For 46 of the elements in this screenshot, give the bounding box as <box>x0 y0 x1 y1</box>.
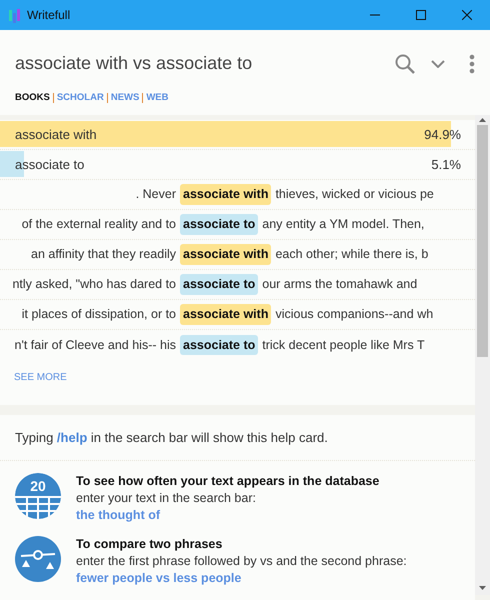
more-button[interactable] <box>469 54 475 74</box>
percent-label: 5.1% <box>431 156 461 174</box>
see-more-link[interactable]: SEE MORE <box>14 370 67 385</box>
matched-phrase: associate to <box>180 214 258 235</box>
tip-text: enter your text in the search bar: <box>76 490 257 506</box>
source-tab[interactable]: NEWS <box>108 91 142 106</box>
context-before: . Never <box>136 186 176 204</box>
dropdown-button[interactable] <box>431 60 445 68</box>
percent-label: 94.9% <box>424 126 461 144</box>
example-query[interactable]: the thought of <box>76 506 380 524</box>
context-after: trick decent people like Mrs T <box>262 338 425 352</box>
close-icon <box>462 10 472 20</box>
matched-phrase: associate with <box>180 184 272 205</box>
search-query[interactable]: associate with vs associate to <box>15 50 395 77</box>
search-icon <box>395 54 415 74</box>
matched-phrase: associate with <box>180 244 272 265</box>
context-after: vicious companions--and wh <box>275 307 434 322</box>
tip-title: To see how often your text appears in the database <box>76 472 380 490</box>
context-before: it places of dissipation, or to <box>22 306 176 324</box>
context-after: thieves, wicked or vicious pe <box>275 187 434 202</box>
more-icon <box>469 54 475 74</box>
context-after: our arms the tomahawk and <box>262 277 418 292</box>
counter-icon: 20 <box>15 472 61 518</box>
scale-icon <box>15 536 61 582</box>
phrase-label: associate with <box>15 126 97 144</box>
search-button[interactable] <box>395 54 415 74</box>
context-after: any entity a YM model. Then, <box>262 217 424 232</box>
source-tab[interactable]: SCHOLAR <box>54 91 107 106</box>
source-tab[interactable]: WEB <box>143 91 172 106</box>
example-query[interactable]: fewer people vs less people <box>76 570 407 586</box>
context-before: an affinity that they readily <box>31 246 176 264</box>
maximize-icon <box>416 10 426 20</box>
phrase-label: associate to <box>15 156 84 174</box>
window-title: Writefull <box>27 7 72 24</box>
matched-phrase: associate with <box>180 304 272 325</box>
context-after: each other; while there is, b <box>275 247 428 262</box>
context-before: ntly asked, "who has dared to <box>12 276 176 294</box>
context-before: of the external reality and to <box>22 216 176 234</box>
source-tab[interactable]: BOOKS <box>12 91 53 106</box>
matched-phrase: associate to <box>180 274 258 295</box>
tip-title: To compare two phrases <box>76 536 224 552</box>
chevron-down-icon <box>431 60 445 68</box>
matched-phrase: associate to <box>180 334 258 356</box>
context-before: n't fair of Cleeve and his-- his <box>14 336 176 354</box>
logo-icon <box>8 6 21 24</box>
tip-text: enter the first phrase followed by vs and the second phrase: <box>76 552 407 570</box>
